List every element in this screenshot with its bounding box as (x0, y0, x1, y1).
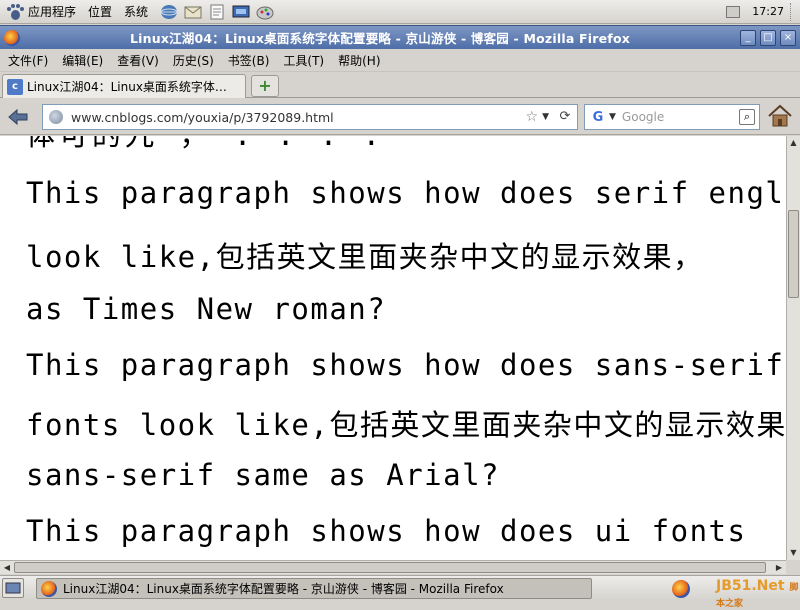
horizontal-scrollbar[interactable]: ◀ ▶ (0, 560, 786, 574)
top-panel: 应用程序 位置 系统 17:27 (0, 0, 800, 24)
content-line-6: sans-serif same as Arial? (26, 458, 500, 492)
tray-network-icon[interactable] (726, 5, 741, 18)
window-titlebar[interactable]: Linux江湖04：Linux桌面系统字体配置要略 - 京山游侠 - 博客园 -… (0, 25, 800, 49)
menu-edit[interactable]: 编辑(E) (58, 52, 107, 69)
tab-label: Linux江湖04：Linux桌面系统字体… (27, 80, 227, 94)
content-line-3: as Times New roman? (26, 292, 387, 326)
taskbar-task-label: Linux江湖04：Linux桌面系统字体配置要略 - 京山游侠 - 博客园 -… (63, 582, 504, 596)
page-content: 体可的九 ， . . . . This paragraph shows how … (0, 136, 786, 560)
panel-launchers (158, 2, 276, 22)
show-desktop-icon (5, 582, 21, 594)
content-line-1: This paragraph shows how does serif engl… (26, 176, 786, 210)
applications-menu[interactable]: 应用程序 (0, 0, 82, 24)
content-line-2: look like,包括英文里面夹杂中文的显示效果， (26, 240, 704, 274)
menu-view[interactable]: 查看(V) (113, 52, 163, 69)
search-engine-dropdown-icon[interactable]: ▼ (609, 112, 616, 122)
home-button[interactable] (766, 103, 796, 131)
menu-history[interactable]: 历史(S) (169, 52, 218, 69)
mail-launcher-icon[interactable] (182, 2, 204, 22)
menu-tools[interactable]: 工具(T) (279, 52, 328, 69)
tray-firefox-icon[interactable] (672, 580, 690, 598)
menu-file[interactable]: 文件(F) (4, 52, 52, 69)
bookmark-star-icon[interactable]: ☆ (526, 109, 539, 125)
applications-menu-label: 应用程序 (28, 5, 77, 19)
url-bar[interactable]: www.cnblogs.com/youxia/p/3792089.html ☆ … (42, 104, 578, 130)
menu-help[interactable]: 帮助(H) (334, 52, 384, 69)
system-menu-label: 系统 (124, 5, 149, 19)
panel-clock[interactable]: 17:27 (752, 5, 784, 18)
scroll-up-arrow-icon[interactable]: ▲ (787, 136, 800, 150)
search-bar[interactable]: G ▼ Google ⌕ (584, 104, 760, 130)
places-menu[interactable]: 位置 (82, 0, 118, 24)
web-browser-launcher-icon[interactable] (158, 2, 180, 22)
panel-handle-icon (790, 2, 796, 21)
reload-icon[interactable]: ⟳ (557, 109, 573, 125)
scroll-down-arrow-icon[interactable]: ▼ (787, 546, 800, 560)
firefox-window-icon[interactable] (4, 29, 20, 46)
new-tab-button[interactable]: + (251, 75, 279, 97)
places-menu-label: 位置 (88, 5, 113, 19)
search-input[interactable]: Google (622, 110, 739, 124)
content-line-7: This paragraph shows how does ui fonts (26, 514, 747, 548)
back-arrow-icon (8, 108, 28, 125)
menubar: 文件(F) 编辑(E) 查看(V) 历史(S) 书签(B) 工具(T) 帮助(H… (0, 50, 800, 72)
site-watermark: JB51.Net 脚本之家 (716, 578, 800, 610)
presentation-launcher-icon[interactable] (230, 2, 252, 22)
panel-tray: 17:27 (726, 0, 800, 24)
show-desktop-button[interactable] (2, 578, 24, 598)
scrollbar-corner (786, 560, 800, 574)
home-icon (768, 104, 792, 127)
close-button[interactable]: × (780, 29, 796, 46)
window-title: Linux江湖04：Linux桌面系统字体配置要略 - 京山游侠 - 博客园 -… (130, 31, 630, 46)
back-button[interactable] (4, 103, 32, 131)
minimize-button[interactable]: _ (740, 29, 756, 46)
system-menu[interactable]: 系统 (118, 0, 154, 24)
firefox-task-icon (41, 580, 57, 597)
taskbar-firefox-entry[interactable]: Linux江湖04：Linux桌面系统字体配置要略 - 京山游侠 - 博客园 -… (36, 578, 592, 599)
gnome-foot-icon (6, 3, 24, 20)
url-input[interactable]: www.cnblogs.com/youxia/p/3792089.html (71, 110, 526, 125)
bottom-panel: Linux江湖04：Linux桌面系统字体配置要略 - 京山游侠 - 博客园 -… (0, 575, 800, 609)
google-engine-icon[interactable]: G (587, 107, 609, 127)
navigation-toolbar: www.cnblogs.com/youxia/p/3792089.html ☆ … (0, 99, 800, 135)
drawing-launcher-icon[interactable] (254, 2, 276, 22)
horizontal-scroll-thumb[interactable] (14, 562, 766, 573)
scroll-right-arrow-icon[interactable]: ▶ (772, 561, 786, 574)
watermark-text: JB51.Net (716, 578, 785, 594)
cnblogs-favicon-icon: c (7, 78, 23, 95)
menu-bookmarks[interactable]: 书签(B) (224, 52, 274, 69)
text-editor-launcher-icon[interactable] (206, 2, 228, 22)
cut-off-line: 体可的九 ， . . . . (26, 136, 384, 154)
content-line-5: fonts look like,包括英文里面夹杂中文的显示效果 (26, 408, 786, 442)
tab-bar: c Linux江湖04：Linux桌面系统字体… + (0, 72, 800, 98)
url-history-dropdown-icon[interactable]: ▼ (542, 112, 549, 122)
tab-current[interactable]: c Linux江湖04：Linux桌面系统字体… (2, 74, 246, 98)
site-identity-icon[interactable] (49, 110, 63, 124)
scroll-left-arrow-icon[interactable]: ◀ (0, 561, 14, 574)
vertical-scrollbar[interactable]: ▲ ▼ (786, 136, 800, 560)
maximize-button[interactable]: □ (760, 29, 776, 46)
vertical-scroll-thumb[interactable] (788, 210, 799, 298)
content-line-4: This paragraph shows how does sans-serif (26, 348, 785, 382)
search-go-icon[interactable]: ⌕ (739, 109, 755, 125)
